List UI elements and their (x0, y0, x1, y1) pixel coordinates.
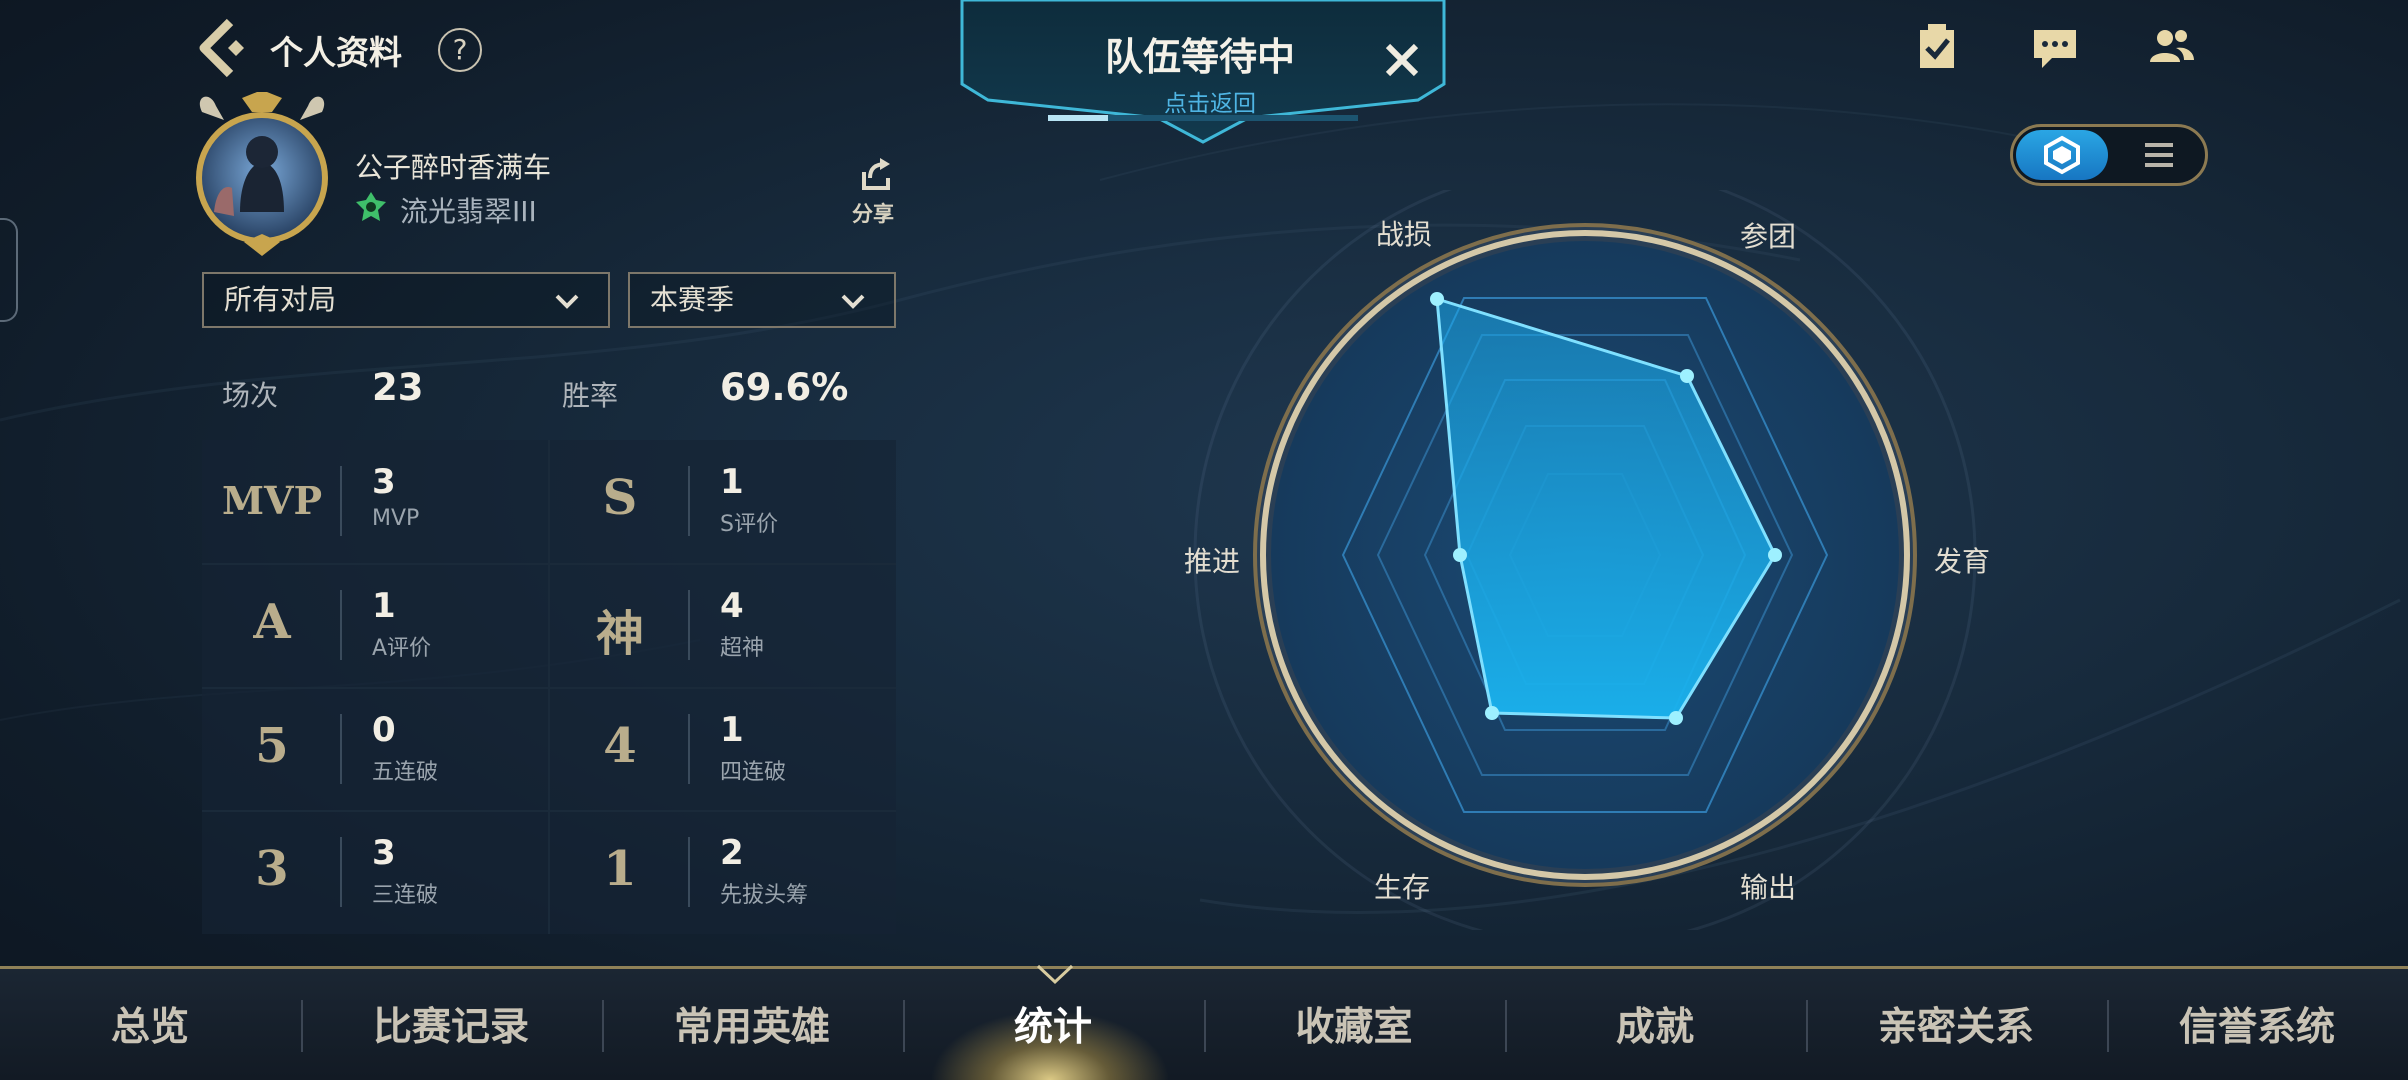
tab-overview[interactable]: 总览 (0, 996, 300, 1052)
radar-label-push: 推进 (1184, 545, 1241, 578)
tab-relationships[interactable]: 亲密关系 (1806, 996, 2106, 1052)
stat-a-rating: A 1 A评价 (202, 564, 549, 688)
radar-label-kda: 战损 (1376, 218, 1433, 251)
stat-value: 0 (372, 710, 396, 750)
page-title: 个人资料 (270, 33, 402, 72)
radar-point (1430, 292, 1444, 306)
banner-return-link[interactable]: 点击返回 (1100, 84, 1320, 118)
season-select-value: 本赛季 (650, 283, 735, 316)
stat-value: 3 (372, 462, 396, 502)
rank-name: 流光翡翠III (400, 195, 537, 228)
s-rating-icon: S (602, 470, 638, 526)
side-drawer-handle[interactable] (0, 218, 18, 322)
radar-chart (1193, 190, 1977, 930)
winrate-label: 胜率 (562, 379, 619, 412)
chat-icon[interactable] (2030, 22, 2080, 72)
quadra-kill-icon: 4 (603, 718, 637, 774)
stat-s-rating: S 1 S评价 (550, 440, 897, 564)
chevron-down-icon (555, 294, 579, 309)
radar-label-damage: 输出 (1740, 871, 1797, 904)
stat-label: 四连破 (720, 760, 787, 785)
list-view-option[interactable] (2115, 130, 2203, 180)
view-toggle[interactable] (2010, 124, 2208, 186)
rank-emerald-icon (356, 192, 386, 221)
stat-value: 4 (720, 586, 744, 626)
stat-mvp: MVP 3 MVP (202, 440, 549, 564)
stat-triple-kill: 3 3 三连破 (202, 811, 549, 935)
radar-point (1453, 548, 1467, 562)
share-button-label[interactable]: 分享 (852, 198, 894, 228)
stat-value: 3 (372, 833, 396, 873)
stat-label: 超神 (720, 636, 765, 661)
winrate-value: 69.6% (720, 366, 849, 409)
tab-collection[interactable]: 收藏室 (1204, 996, 1504, 1052)
mode-select[interactable]: 所有对局 (202, 272, 610, 328)
legendary-icon: 神 (595, 606, 644, 662)
season-select[interactable]: 本赛季 (628, 272, 896, 328)
radar-point (1768, 548, 1782, 562)
first-blood-icon: 1 (603, 841, 637, 897)
triple-kill-icon: 3 (255, 841, 289, 897)
share-icon[interactable] (858, 156, 894, 192)
stats-grid: MVP 3 MVP S 1 S评价 A 1 A评价 神 4 超神 5 0 五连破… (202, 440, 896, 934)
radar-label-farm: 发育 (1934, 545, 1991, 578)
stat-value: 2 (720, 833, 744, 873)
tab-heroes[interactable]: 常用英雄 (602, 996, 902, 1052)
stat-label: S评价 (720, 512, 778, 537)
username: 公子醉时香满车 (355, 151, 552, 184)
stat-legendary: 神 4 超神 (550, 564, 897, 688)
chevron-down-icon (841, 294, 865, 309)
chevron-down-icon (1036, 964, 1074, 985)
matches-value: 23 (372, 366, 424, 409)
stat-label: 五连破 (372, 760, 439, 785)
stat-value: 1 (720, 710, 744, 750)
mvp-icon: MVP (221, 478, 323, 523)
stat-label: 先拔头筹 (720, 883, 809, 908)
stat-label: A评价 (372, 636, 432, 661)
friends-icon[interactable] (2146, 22, 2196, 72)
stat-label: MVP (372, 506, 420, 531)
tab-statistics[interactable]: 统计 (903, 996, 1203, 1052)
stat-first-blood: 1 2 先拔头筹 (550, 811, 897, 935)
radar-point (1669, 711, 1683, 725)
hexagon-icon (2044, 135, 2080, 175)
stat-value: 1 (720, 462, 744, 502)
banner-title: 队伍等待中 (1104, 35, 1295, 79)
help-button[interactable]: ? (438, 28, 482, 72)
tab-match-history[interactable]: 比赛记录 (301, 996, 601, 1052)
a-rating-icon: A (253, 594, 291, 650)
stat-quadra-kill: 4 1 四连破 (550, 688, 897, 812)
tab-credit-system[interactable]: 信誉系统 (2107, 996, 2407, 1052)
stat-value: 1 (372, 586, 396, 626)
radar-point (1485, 706, 1499, 720)
radar-label-survival: 生存 (1374, 871, 1431, 904)
task-checklist-icon[interactable] (1912, 22, 1962, 72)
radar-point (1680, 369, 1694, 383)
close-icon[interactable] (1382, 40, 1422, 80)
radar-view-option[interactable] (2016, 130, 2108, 180)
avatar[interactable] (180, 92, 344, 258)
mode-select-value: 所有对局 (224, 283, 337, 316)
back-arrow-icon[interactable] (196, 18, 252, 78)
penta-kill-icon: 5 (255, 718, 289, 774)
radar-label-teamfight: 参团 (1740, 220, 1797, 253)
matches-label: 场次 (222, 379, 279, 412)
stat-label: 三连破 (372, 883, 439, 908)
list-icon (2145, 143, 2173, 167)
tab-achievements[interactable]: 成就 (1505, 996, 1805, 1052)
stat-penta-kill: 5 0 五连破 (202, 688, 549, 812)
